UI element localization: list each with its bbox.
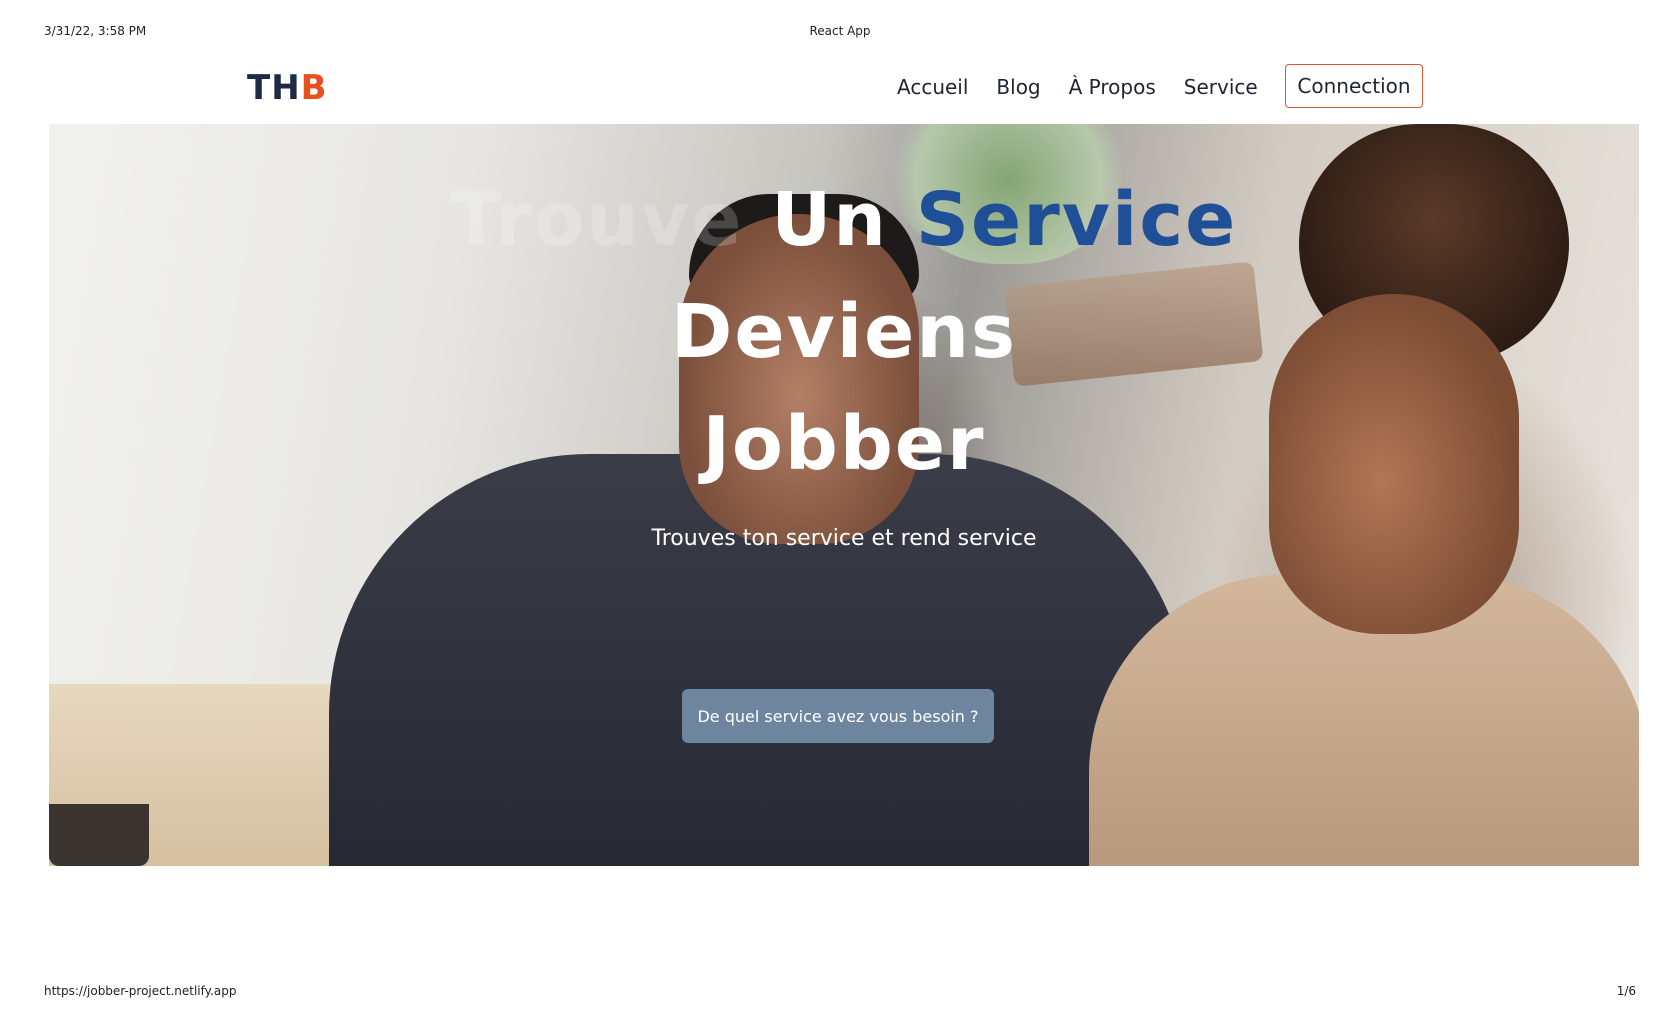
connection-button[interactable]: Connection	[1285, 64, 1423, 108]
nav-link-service[interactable]: Service	[1184, 75, 1258, 99]
hero-title-line1: Trouve Un Service	[49, 164, 1639, 276]
hero-title-blue-word: Service	[915, 177, 1238, 263]
mug-photo-element	[49, 804, 149, 866]
nav-link-accueil[interactable]: Accueil	[897, 75, 968, 99]
hero-title: Trouve Un Service Deviens Jobber	[49, 164, 1639, 500]
nav-link-blog[interactable]: Blog	[996, 75, 1040, 99]
hero-title-plain-word: Un	[771, 177, 888, 263]
print-page-title: React App	[809, 24, 871, 38]
print-url: https://jobber-project.netlify.app	[44, 984, 237, 998]
logo[interactable]: THB	[247, 68, 328, 108]
page: 3/31/22, 3:58 PM React App THB Accueil B…	[0, 0, 1680, 1020]
nav-link-a-propos[interactable]: À Propos	[1069, 75, 1156, 99]
hero-title-line3: Jobber	[702, 401, 986, 487]
hero-section: Trouve Un Service Deviens Jobber Trouves…	[49, 124, 1639, 866]
hero-title-faded-word: Trouve	[450, 177, 744, 263]
nav-links: Accueil Blog À Propos Service	[897, 75, 1286, 99]
print-page-number: 1/6	[1616, 984, 1636, 998]
hero-title-line2: Deviens	[670, 289, 1018, 375]
logo-accent: B	[300, 68, 328, 108]
hero-subtitle: Trouves ton service et rend service	[651, 526, 1037, 551]
service-search-button[interactable]: De quel service avez vous besoin ?	[682, 689, 994, 743]
navbar: THB Accueil Blog À Propos Service Connec…	[0, 58, 1680, 122]
logo-main: TH	[247, 68, 301, 108]
